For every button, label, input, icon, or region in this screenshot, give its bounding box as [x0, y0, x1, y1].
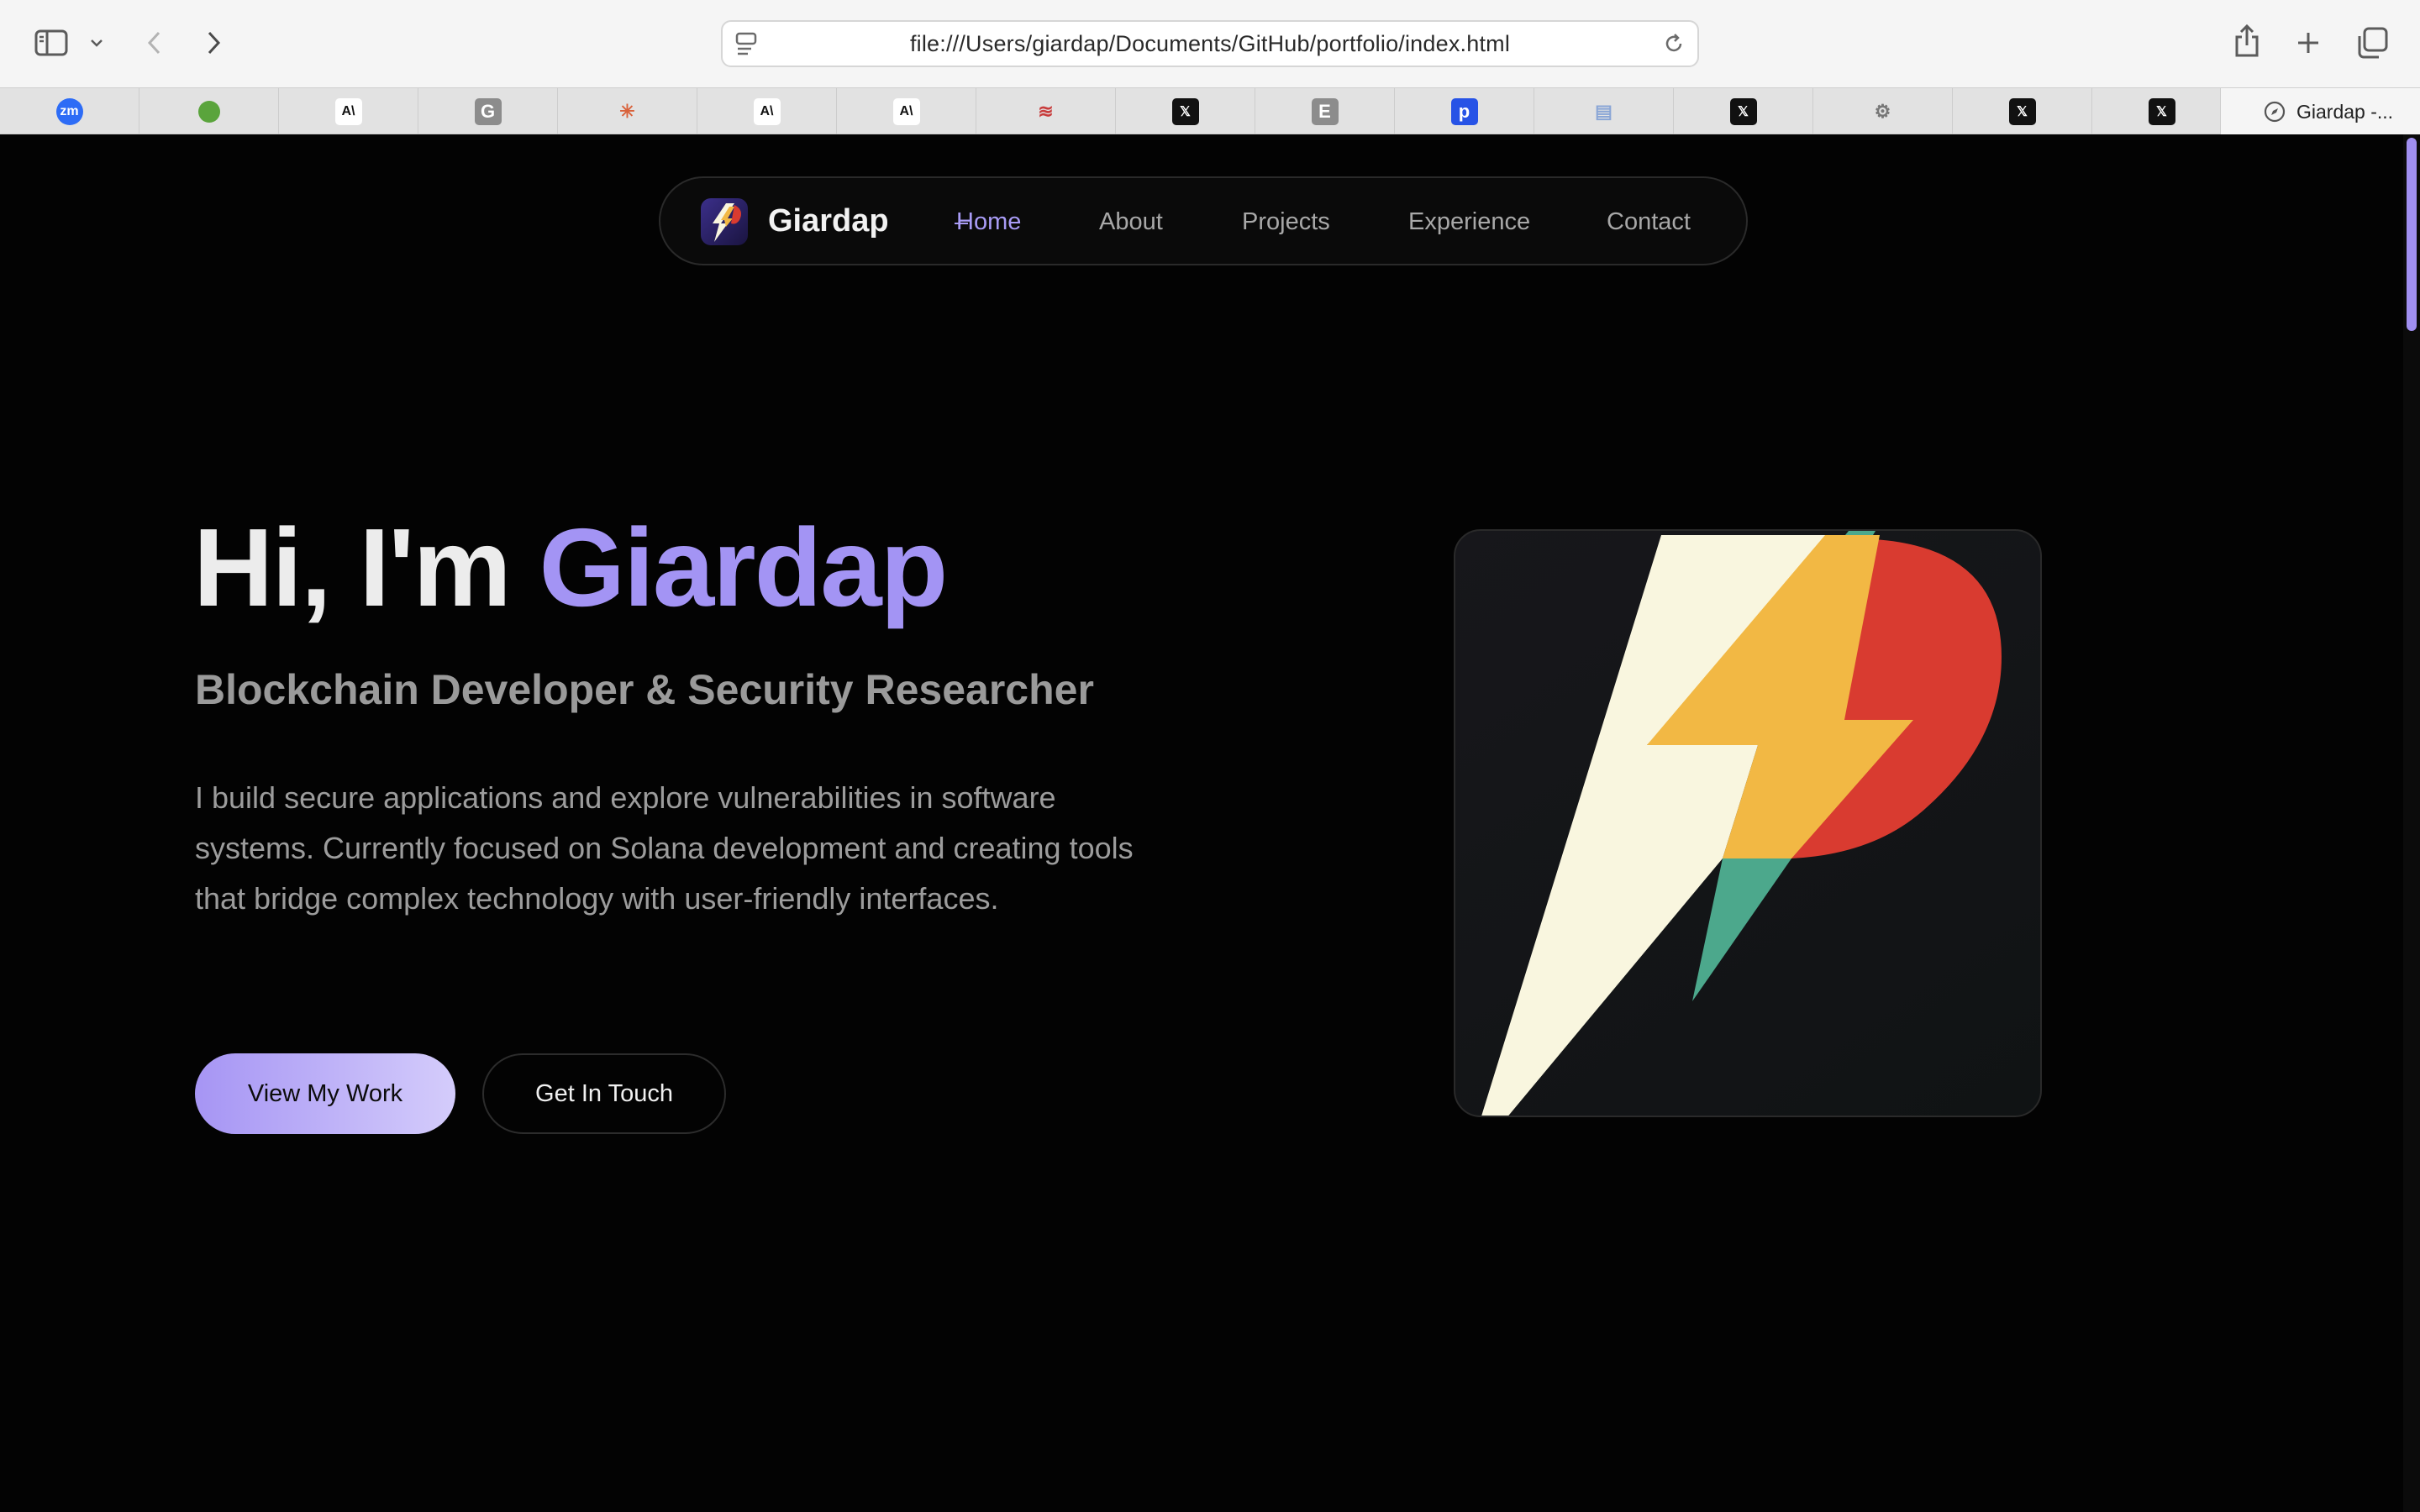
hero-title-name: Giardap: [539, 506, 948, 629]
browser-toolbar: file:///Users/giardap/Documents/GitHub/p…: [0, 0, 2420, 87]
pinned-tab[interactable]: 𝕏: [1116, 88, 1255, 134]
sidebar-toggle-button[interactable]: [32, 25, 71, 60]
scrollbar[interactable]: [2403, 134, 2420, 1512]
active-tab-title: Giardap -...: [2296, 100, 2394, 123]
x-logo-icon: 𝕏: [1171, 97, 1199, 125]
back-button[interactable]: [139, 25, 170, 60]
hero-title-prefix: Hi, I'm: [193, 506, 539, 629]
active-tab[interactable]: Giardap -...: [2220, 88, 2420, 135]
pinned-tab[interactable]: ⚙: [1813, 88, 1953, 134]
reload-icon[interactable]: [1662, 32, 1686, 60]
tab-group-dropdown-button[interactable]: [86, 32, 108, 54]
pinned-tab[interactable]: [139, 88, 279, 134]
nav-link-projects[interactable]: Projects: [1242, 208, 1330, 236]
anthropic-icon: A\: [892, 97, 920, 125]
pinned-tab[interactable]: E: [1255, 88, 1395, 134]
site-nav: Giardap Home About Projects Experience C…: [659, 176, 1748, 265]
url-text[interactable]: file:///Users/giardap/Documents/GitHub/p…: [910, 31, 1510, 57]
lightning-p-logo-icon: [1481, 531, 2002, 1116]
share-button[interactable]: [2230, 22, 2264, 60]
nav-link-experience[interactable]: Experience: [1408, 208, 1530, 236]
p-letter-icon: p: [1450, 97, 1478, 125]
zoom-icon: zm: [55, 97, 83, 125]
pinned-tab[interactable]: 𝕏: [2092, 88, 2232, 134]
pinned-tab[interactable]: 𝕏: [1674, 88, 1813, 134]
pinned-tab[interactable]: zm: [0, 88, 139, 134]
hero-subtitle: Blockchain Developer & Security Research…: [195, 666, 1094, 713]
sidebar-icon: [34, 29, 68, 56]
chevron-left-icon: [147, 31, 160, 55]
tab-bar: zm A\ G ✳ A\ A\ ≋ 𝕏 Ep ▤ 𝕏 ⚙ 𝕏 𝕏 Giardap -...: [0, 87, 2420, 135]
tab-overview-icon: [2358, 27, 2388, 59]
address-bar[interactable]: file:///Users/giardap/Documents/GitHub/p…: [721, 20, 1699, 67]
view-my-work-button[interactable]: View My Work: [195, 1053, 455, 1134]
x-logo-icon: 𝕏: [2008, 97, 2036, 125]
claude-burst-icon: ✳: [619, 100, 635, 122]
green-blob-icon: [197, 100, 220, 123]
flag-icon: ≋: [1038, 100, 1054, 122]
g-letter-icon: G: [474, 97, 502, 125]
x-logo-icon: 𝕏: [2148, 97, 2175, 125]
tab-overview-button[interactable]: [2354, 25, 2390, 60]
pinned-tab[interactable]: G: [418, 88, 558, 134]
anthropic-icon: A\: [334, 97, 362, 125]
pinned-tab[interactable]: p: [1395, 88, 1534, 134]
chevron-right-icon: [208, 31, 221, 55]
document-icon: ▤: [1595, 100, 1612, 122]
plus-icon: [2298, 33, 2318, 53]
pinned-tab[interactable]: ≋: [976, 88, 1116, 134]
nav-link-contact[interactable]: Contact: [1607, 208, 1691, 236]
hero-title: Hi, I'm Giardap: [193, 504, 948, 631]
pinned-tab[interactable]: A\: [837, 88, 976, 134]
e-letter-icon: E: [1311, 97, 1339, 125]
portfolio-page: Giardap Home About Projects Experience C…: [0, 134, 2420, 1512]
hero-logo-image: [1454, 529, 2042, 1117]
nav-link-about[interactable]: About: [1099, 208, 1163, 236]
pinned-tab[interactable]: ✳: [558, 88, 697, 134]
new-tab-button[interactable]: [2292, 27, 2324, 59]
pinned-tab[interactable]: A\: [279, 88, 418, 134]
openai-icon: ⚙: [1874, 100, 1891, 122]
anthropic-icon: A\: [753, 97, 781, 125]
pinned-tab[interactable]: A\: [697, 88, 837, 134]
hero-description: I build secure applications and explore …: [195, 780, 1134, 916]
scrollbar-thumb[interactable]: [2407, 138, 2417, 331]
share-icon: [2235, 24, 2259, 57]
page-settings-icon[interactable]: [734, 31, 758, 60]
get-in-touch-button[interactable]: Get In Touch: [482, 1053, 726, 1134]
chevron-down-icon: [91, 39, 103, 47]
nav-link-home[interactable]: Home: [954, 208, 1021, 236]
brand-logo-icon[interactable]: [701, 198, 748, 245]
brand-name[interactable]: Giardap: [768, 203, 889, 239]
compass-icon: [2264, 101, 2286, 123]
x-logo-icon: 𝕏: [1729, 97, 1757, 125]
pinned-tab[interactable]: ▤: [1534, 88, 1674, 134]
pinned-tab[interactable]: 𝕏: [1953, 88, 2092, 134]
forward-button[interactable]: [198, 25, 229, 60]
